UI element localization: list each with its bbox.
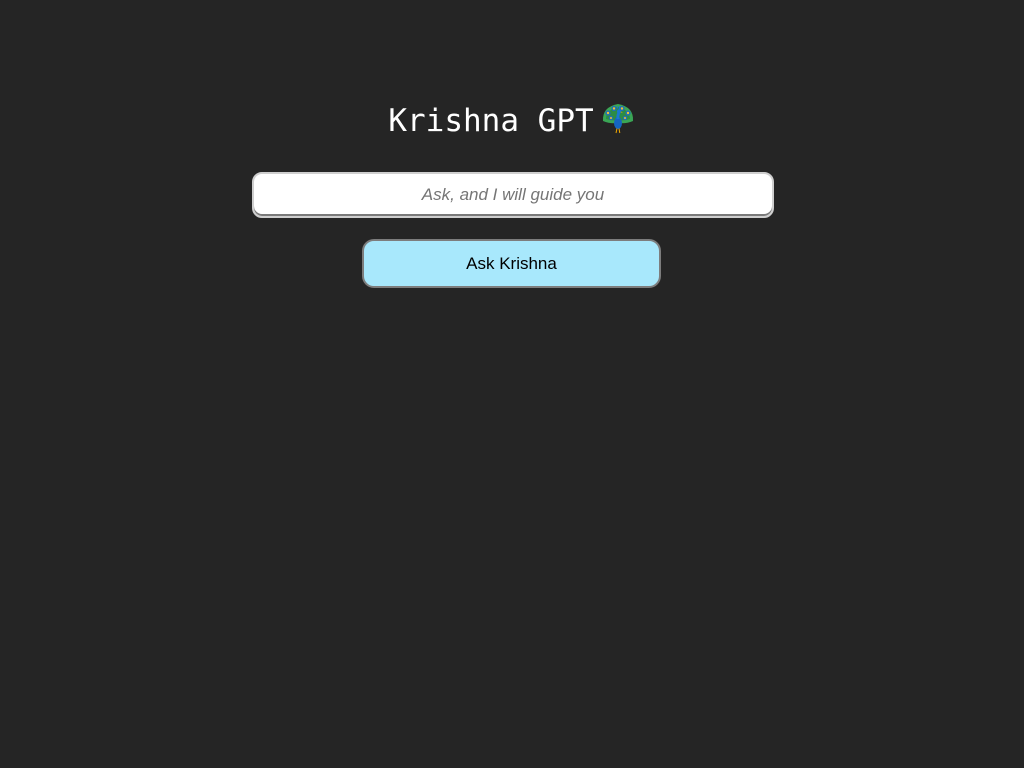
app-page: Krishna GPT Ask, and I will guide you As…	[0, 0, 1024, 768]
peacock-icon	[602, 104, 633, 134]
ask-krishna-button[interactable]: Ask Krishna	[362, 239, 661, 288]
page-title-text: Krishna GPT	[388, 103, 594, 139]
search-input[interactable]	[252, 172, 774, 218]
page-title: Krishna GPT	[0, 100, 1024, 142]
